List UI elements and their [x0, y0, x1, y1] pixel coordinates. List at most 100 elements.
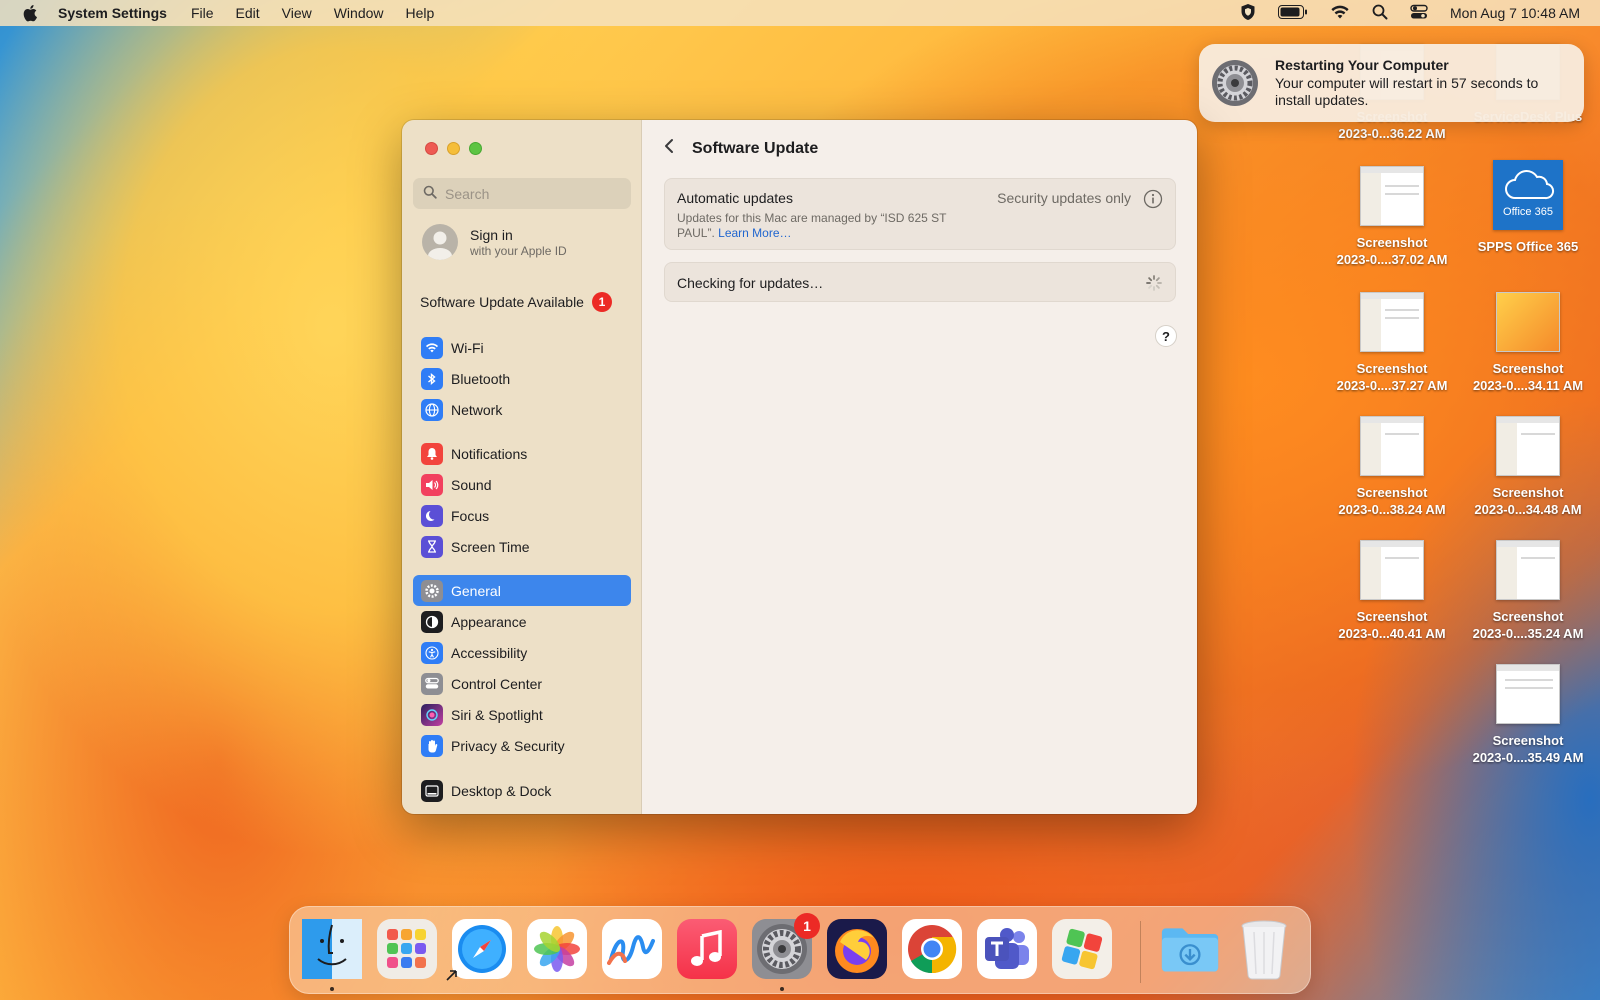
- nav-group-general: General Appearance Accessibility Control…: [413, 575, 631, 761]
- dock-separator: [1140, 921, 1141, 983]
- apple-id-signin[interactable]: Sign in with your Apple ID: [422, 224, 567, 260]
- search-icon[interactable]: [1372, 4, 1388, 23]
- sidebar-item-general[interactable]: General: [413, 575, 631, 606]
- menu-window[interactable]: Window: [334, 5, 384, 21]
- bluetooth-icon: [421, 367, 443, 390]
- screenshot-thumbnail: [1360, 292, 1424, 352]
- menu-clock[interactable]: Mon Aug 7 10:48 AM: [1450, 5, 1580, 21]
- sidebar-item-siri-spotlight[interactable]: Siri & Spotlight: [413, 699, 631, 730]
- sidebar-item-label: Focus: [451, 507, 490, 524]
- sidebar-item-accessibility[interactable]: Accessibility: [413, 637, 631, 668]
- finder-icon[interactable]: [302, 919, 362, 979]
- screenshot-thumbnail: [1496, 292, 1560, 352]
- sidebar-item-control-center[interactable]: Control Center: [413, 668, 631, 699]
- sidebar-item-wifi[interactable]: Wi-Fi: [413, 332, 631, 363]
- desktop-file-name: Screenshot: [1356, 235, 1428, 250]
- mouse-cursor-icon: [446, 968, 458, 986]
- sidebar-item-bluetooth[interactable]: Bluetooth: [413, 363, 631, 394]
- sidebar-item-notifications[interactable]: Notifications: [413, 438, 631, 469]
- search-field[interactable]: Search: [413, 178, 631, 209]
- desktop-file-name: Screenshot: [1356, 609, 1428, 624]
- sidebar-item-label: Notifications: [451, 445, 528, 462]
- automatic-updates-status: Security updates only: [997, 190, 1131, 206]
- automatic-updates-heading: Automatic updates: [677, 190, 793, 206]
- desktop-file[interactable]: Screenshot 2023-0...38.24 AM: [1326, 416, 1458, 518]
- sidebar-item-screen-time[interactable]: Screen Time: [413, 531, 631, 562]
- help-button[interactable]: ?: [1155, 325, 1177, 347]
- apple-menu-icon[interactable]: [20, 3, 40, 23]
- music-icon[interactable]: [677, 919, 737, 979]
- desktop-file-date: 2023-0...36.22 AM: [1338, 126, 1446, 141]
- zoom-button[interactable]: [469, 142, 482, 155]
- sidebar-item-focus[interactable]: Focus: [413, 500, 631, 531]
- desktop-file-name: Screenshot: [1356, 485, 1428, 500]
- wifi-icon[interactable]: [1330, 4, 1350, 22]
- sidebar-item-sound[interactable]: Sound: [413, 469, 631, 500]
- sidebar-item-label: Control Center: [451, 675, 543, 692]
- self-service-icon[interactable]: [1052, 919, 1112, 979]
- learn-more-link[interactable]: Learn More…: [718, 226, 791, 240]
- sidebar-item-label: General: [451, 582, 501, 599]
- firefox-icon[interactable]: [827, 919, 887, 979]
- bell-icon: [421, 442, 443, 465]
- screenshot-thumbnail: [1496, 416, 1560, 476]
- shield-icon[interactable]: [1240, 3, 1256, 24]
- hourglass-icon: [421, 535, 443, 558]
- desktop-file[interactable]: Screenshot 2023-0....35.24 AM: [1462, 540, 1594, 642]
- desktop-file[interactable]: Screenshot 2023-0....37.02 AM: [1326, 166, 1458, 268]
- desktop-file[interactable]: Screenshot 2023-0...40.41 AM: [1326, 540, 1458, 642]
- control-center-icon[interactable]: [1410, 4, 1428, 23]
- freeform-icon[interactable]: [602, 919, 662, 979]
- settings-update-badge: 1: [794, 913, 820, 939]
- menu-edit[interactable]: Edit: [236, 5, 260, 21]
- trash-icon[interactable]: [1234, 919, 1294, 980]
- desktop-file-name: Screenshot: [1492, 485, 1564, 500]
- desktop-file[interactable]: Screenshot 2023-0....35.49 AM: [1462, 664, 1594, 766]
- pane-header: Software Update: [664, 138, 818, 159]
- desktop-file-date: 2023-0....37.02 AM: [1336, 252, 1448, 267]
- launchpad-icon[interactable]: [377, 919, 437, 979]
- photos-icon[interactable]: [527, 919, 587, 979]
- sidebar-item-appearance[interactable]: Appearance: [413, 606, 631, 637]
- office-365-label: Office 365: [1503, 206, 1553, 218]
- sidebar-item-desktop-dock[interactable]: Desktop & Dock: [413, 775, 631, 806]
- running-indicator: [780, 987, 784, 991]
- downloads-folder-icon[interactable]: [1160, 919, 1220, 979]
- teams-icon[interactable]: [977, 919, 1037, 979]
- siri-icon: [421, 703, 443, 726]
- desktop-file[interactable]: Screenshot 2023-0...34.48 AM: [1462, 416, 1594, 518]
- software-update-label: Software Update Available: [420, 294, 584, 310]
- close-button[interactable]: [425, 142, 438, 155]
- running-indicator: [330, 987, 334, 991]
- sidebar-item-network[interactable]: Network: [413, 394, 631, 425]
- notification-title: Restarting Your Computer: [1275, 57, 1449, 73]
- menu-bar: System Settings File Edit View Window He…: [0, 0, 1600, 26]
- software-update-available[interactable]: Software Update Available 1: [420, 292, 612, 312]
- screenshot-thumbnail: [1360, 416, 1424, 476]
- sidebar-item-label: Appearance: [451, 613, 527, 630]
- minimize-button[interactable]: [447, 142, 460, 155]
- desktop-file[interactable]: Office 365 SPPS Office 365: [1462, 160, 1594, 255]
- sidebar-item-privacy-security[interactable]: Privacy & Security: [413, 730, 631, 761]
- automatic-updates-card: Automatic updates Updates for this Mac a…: [664, 178, 1176, 250]
- info-icon[interactable]: [1143, 189, 1163, 209]
- menu-help[interactable]: Help: [406, 5, 435, 21]
- sidebar-item-label: Desktop & Dock: [451, 782, 552, 799]
- battery-icon[interactable]: [1278, 4, 1308, 22]
- restart-notification[interactable]: Restarting Your Computer Your computer w…: [1199, 44, 1584, 122]
- menu-view[interactable]: View: [282, 5, 312, 21]
- safari-icon[interactable]: [452, 919, 512, 979]
- sidebar-item-label: Wi-Fi: [451, 339, 484, 356]
- search-placeholder: Search: [445, 185, 490, 202]
- menu-app-name[interactable]: System Settings: [58, 5, 167, 21]
- chrome-icon[interactable]: [902, 919, 962, 979]
- sidebar-item-label: Network: [451, 401, 503, 418]
- desktop-file[interactable]: Screenshot 2023-0....34.11 AM: [1462, 292, 1594, 394]
- menu-file[interactable]: File: [191, 5, 214, 21]
- dock: 1: [289, 906, 1311, 994]
- desktop-file[interactable]: Screenshot 2023-0....37.27 AM: [1326, 292, 1458, 394]
- sidebar-item-label: Bluetooth: [451, 370, 511, 387]
- signin-subtitle: with your Apple ID: [470, 243, 567, 258]
- back-chevron-icon[interactable]: [664, 138, 674, 159]
- desktop-file-date: 2023-0...38.24 AM: [1338, 502, 1446, 517]
